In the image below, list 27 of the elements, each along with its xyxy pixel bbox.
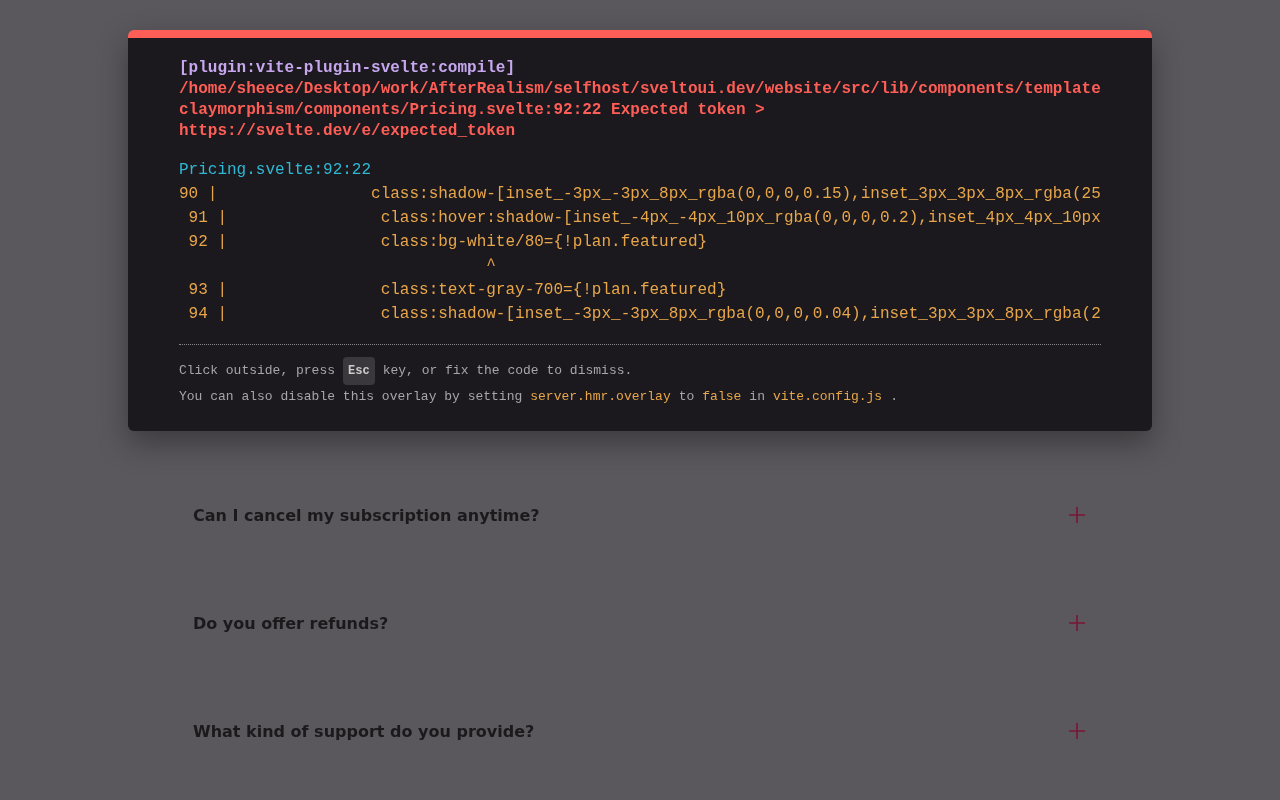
config-code: vite.config.js (772, 388, 883, 406)
faq-question: Can I cancel my subscription anytime? (193, 505, 540, 525)
tip-text: to (678, 388, 695, 406)
file-location: Pricing.svelte:92:22 (179, 160, 373, 181)
code-line: 91 | class:hover:shadow-[inset_-4px_-4px_10px_rgba(0,0,0,0.2),inset_4px_4px_10px (187, 208, 1101, 229)
expand-button[interactable] (1067, 721, 1087, 741)
error-message: claymorphism/components/Pricing.svelte:92:22 Expected token > (179, 100, 766, 121)
tip-text: Click outside, press (179, 362, 336, 380)
code-line: 92 | class:bg-white/80={!plan.featured} (187, 232, 709, 253)
plugin-label: [plugin:vite-plugin-svelte:compile] (179, 58, 517, 79)
code-line: ^ (485, 256, 497, 277)
esc-key: Esc (343, 357, 375, 385)
faq-question: What kind of support do you provide? (193, 721, 535, 741)
config-code: server.hmr.overlay (530, 388, 671, 406)
tip-text: key, or fix the code to dismiss. (382, 362, 633, 380)
error-message: https://svelte.dev/e/expected_token (179, 121, 517, 142)
code-line: 94 | class:shadow-[inset_-3px_-3px_8px_rgba(0,0,0,0.04),inset_3px_3px_8px_rgba(2 (187, 304, 1101, 325)
error-message: /home/sheece/Desktop/work/AfterRealism/selfhost/sveltoui.dev/website/src/lib/components/template (179, 79, 1101, 100)
tip-text: in (749, 388, 765, 406)
faq-question: Do you offer refunds? (193, 613, 389, 633)
code-line: 90 | class:shadow-[inset_-3px_-3px_8px_rgba(0,0,0,0.15),inset_3px_3px_8px_rgba(25 (179, 184, 1101, 205)
tip-text: . (890, 388, 898, 406)
tip-text: You can also disable this overlay by setting (179, 388, 523, 406)
code-line: 93 | class:text-gray-700={!plan.featured} (187, 280, 728, 301)
expand-button[interactable] (1067, 505, 1087, 525)
config-code: false (702, 388, 742, 406)
expand-button[interactable] (1067, 613, 1087, 633)
